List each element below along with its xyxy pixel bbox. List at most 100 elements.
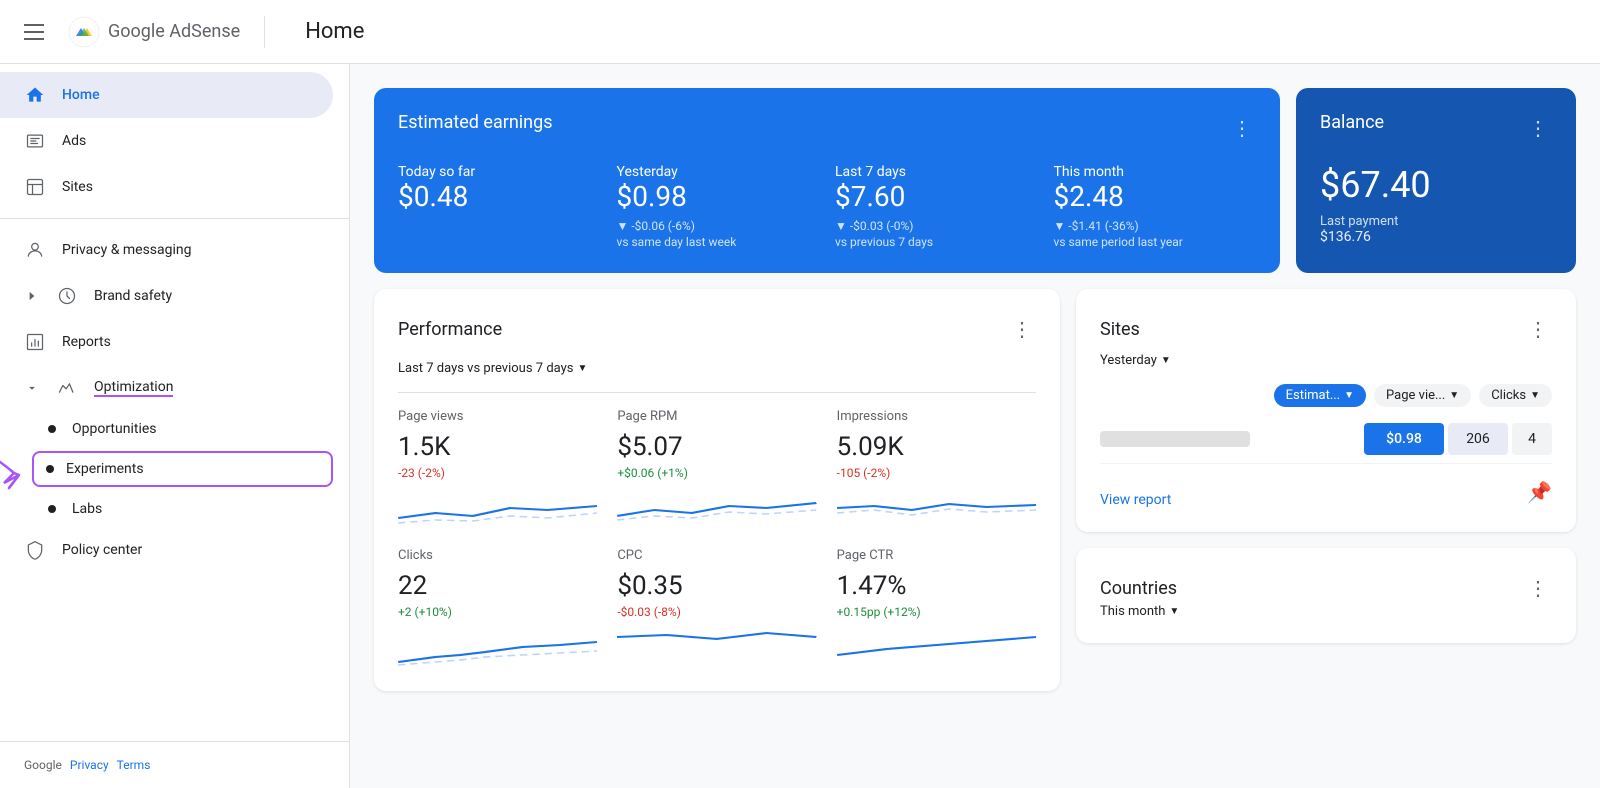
countries-more-button[interactable]: ⋮ xyxy=(1524,572,1552,604)
sidebar-item-privacy[interactable]: Privacy & messaging xyxy=(0,227,333,273)
dot-icon-opportunities xyxy=(48,425,56,433)
optimization-icon xyxy=(56,377,78,399)
sidebar: Home Ads Sites xyxy=(0,64,350,788)
sites-card-header: Sites ⋮ xyxy=(1100,313,1552,345)
page-title: Home xyxy=(305,19,364,44)
sites-col-earnings-dropdown[interactable]: ▼ xyxy=(1344,390,1354,401)
metric-clicks-change: +2 (+10%) xyxy=(398,605,597,619)
metric-impressions-label: Impressions xyxy=(837,409,1036,424)
countries-period-selector[interactable]: This month ▼ xyxy=(1100,604,1552,619)
performance-card-header: Performance ⋮ xyxy=(398,313,1036,345)
sidebar-sub-experiments-label: Experiments xyxy=(66,461,144,477)
metric-page-ctr-label: Page CTR xyxy=(837,548,1036,563)
earnings-more-button[interactable]: ⋮ xyxy=(1228,112,1256,144)
home-icon xyxy=(24,84,46,106)
site-pageviews-value: 206 xyxy=(1448,423,1508,455)
earnings-7days-amount: $7.60 xyxy=(835,180,1038,213)
countries-card-header: Countries ⋮ xyxy=(1100,572,1552,604)
nav-footer: Google Privacy Terms xyxy=(0,741,349,788)
earnings-yesterday-change: ▼ -$0.06 (-6%) vs same day last week xyxy=(617,219,820,249)
sites-card-title: Sites xyxy=(1100,319,1140,340)
balance-more-button[interactable]: ⋮ xyxy=(1524,112,1552,144)
metric-cpc-change: -$0.03 (-8%) xyxy=(617,605,816,619)
app-name-label: Google AdSense xyxy=(108,21,240,42)
sidebar-item-home[interactable]: Home xyxy=(0,72,333,118)
mini-chart-page-rpm xyxy=(617,488,816,528)
sites-col-clicks[interactable]: Clicks ▼ xyxy=(1479,384,1552,407)
top-bar: Google AdSense Home xyxy=(0,0,1600,64)
mini-chart-page-views xyxy=(398,488,597,528)
sidebar-item-sites[interactable]: Sites xyxy=(0,164,333,210)
sidebar-item-labs[interactable]: Labs xyxy=(0,491,349,527)
earnings-month-change: ▼ -$1.41 (-36%) vs same period last year xyxy=(1054,219,1257,249)
sites-col-earnings[interactable]: Estimat... ▼ xyxy=(1274,384,1366,407)
sites-period-selector[interactable]: Yesterday ▼ xyxy=(1100,353,1552,368)
sidebar-item-brand-safety-label: Brand safety xyxy=(94,288,172,304)
earnings-card-title: Estimated earnings xyxy=(398,112,553,133)
earnings-col-yesterday: Yesterday $0.98 ▼ -$0.06 (-6%) vs same d… xyxy=(617,164,820,249)
purple-arrow-annotation xyxy=(0,433,44,503)
sidebar-item-experiments[interactable]: Experiments xyxy=(32,451,333,487)
sidebar-item-policy-center[interactable]: Policy center xyxy=(0,527,333,573)
performance-period-selector[interactable]: Last 7 days vs previous 7 days ▼ xyxy=(398,361,1036,393)
metric-impressions-change: -105 (-2%) xyxy=(837,466,1036,480)
sidebar-item-opportunities[interactable]: Opportunities xyxy=(0,411,349,447)
balance-amount: $67.40 xyxy=(1320,164,1552,206)
sidebar-item-reports[interactable]: Reports xyxy=(0,319,333,365)
sidebar-item-reports-label: Reports xyxy=(62,334,111,350)
expand-icon-optimization xyxy=(24,380,40,396)
performance-title: Performance xyxy=(398,319,502,340)
sidebar-item-sites-label: Sites xyxy=(62,179,93,195)
metric-clicks-value: 22 xyxy=(398,571,597,601)
app-container: Google AdSense Home Home Ads xyxy=(0,0,1600,788)
mini-chart-page-ctr xyxy=(837,627,1036,667)
sites-col-pageviews[interactable]: Page vie... ▼ xyxy=(1374,384,1471,407)
countries-period-dropdown-icon: ▼ xyxy=(1169,606,1179,617)
performance-more-button[interactable]: ⋮ xyxy=(1008,313,1036,345)
earnings-card-header: Estimated earnings ⋮ xyxy=(398,112,1256,144)
nav-divider-1 xyxy=(0,218,349,219)
expand-icon-brand-safety xyxy=(24,288,40,304)
site-earnings-value: $0.98 xyxy=(1364,423,1444,455)
adsense-logo-icon xyxy=(68,16,100,48)
sidebar-sub-opportunities-label: Opportunities xyxy=(72,421,157,437)
metric-page-ctr-change: +0.15pp (+12%) xyxy=(837,605,1036,619)
footer-privacy-link[interactable]: Privacy xyxy=(70,758,109,772)
sites-col-pageviews-dropdown[interactable]: ▼ xyxy=(1449,390,1459,401)
footer-terms-link[interactable]: Terms xyxy=(117,758,151,772)
sites-period-label: Yesterday xyxy=(1100,353,1157,368)
sites-table-row: $0.98 206 4 xyxy=(1100,415,1552,464)
content-area: Estimated earnings ⋮ Today so far $0.48 … xyxy=(350,64,1600,788)
countries-period-label: This month xyxy=(1100,604,1165,619)
metric-impressions-value: 5.09K xyxy=(837,432,1036,462)
sidebar-item-home-label: Home xyxy=(62,87,100,103)
metric-clicks-label: Clicks xyxy=(398,548,597,563)
sites-col-clicks-dropdown[interactable]: ▼ xyxy=(1530,390,1540,401)
dot-icon-experiments xyxy=(46,465,54,473)
sidebar-item-brand-safety[interactable]: Brand safety xyxy=(0,273,333,319)
footer-google-label: Google xyxy=(24,758,62,772)
sidebar-item-optimization[interactable]: Optimization xyxy=(0,365,333,411)
earnings-col-today: Today so far $0.48 xyxy=(398,164,601,249)
balance-card-title: Balance xyxy=(1320,112,1384,133)
countries-card: Countries ⋮ This month ▼ xyxy=(1076,548,1576,643)
sites-more-button[interactable]: ⋮ xyxy=(1524,313,1552,345)
sidebar-item-ads-label: Ads xyxy=(62,133,86,149)
performance-card: Performance ⋮ Last 7 days vs previous 7 … xyxy=(374,289,1060,691)
hamburger-menu[interactable] xyxy=(16,16,52,48)
pin-icon[interactable]: 📌 xyxy=(1527,480,1552,504)
metric-clicks: Clicks 22 +2 (+10%) xyxy=(398,548,597,667)
sites-col-pageviews-label: Page vie... xyxy=(1386,388,1445,403)
mini-chart-impressions xyxy=(837,488,1036,528)
countries-title: Countries xyxy=(1100,578,1177,599)
site-clicks-value: 4 xyxy=(1512,423,1552,455)
sidebar-item-privacy-label: Privacy & messaging xyxy=(62,242,192,258)
sites-period-dropdown-icon: ▼ xyxy=(1161,355,1171,366)
sidebar-item-ads[interactable]: Ads xyxy=(0,118,333,164)
view-report-link[interactable]: View report xyxy=(1100,492,1171,508)
ads-icon xyxy=(24,130,46,152)
metric-cpc-value: $0.35 xyxy=(617,571,816,601)
dot-icon-labs xyxy=(48,505,56,513)
metric-page-ctr-value: 1.47% xyxy=(837,571,1036,601)
balance-last-payment-label: Last payment xyxy=(1320,214,1552,229)
